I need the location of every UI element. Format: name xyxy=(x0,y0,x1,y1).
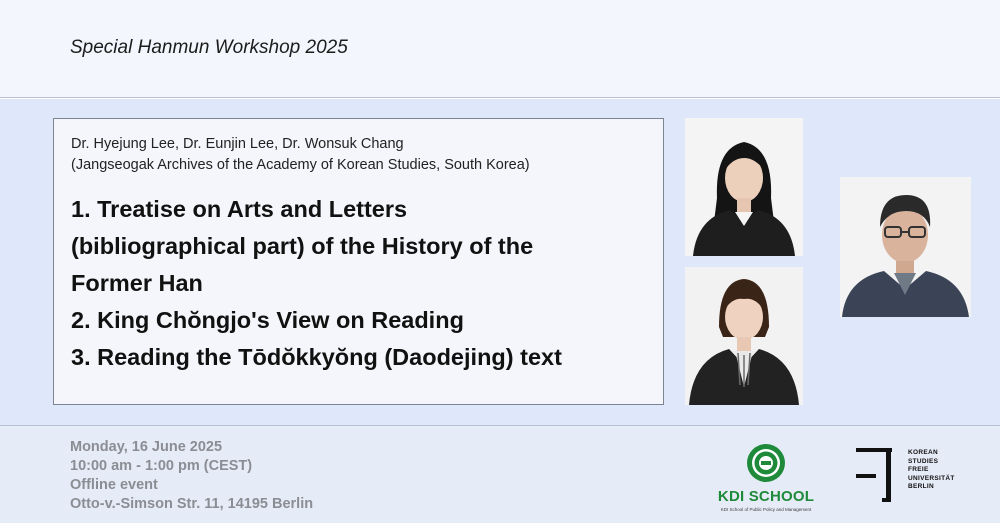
footer-band: Monday, 16 June 2025 10:00 am - 1:00 pm … xyxy=(0,425,1000,523)
speaker-photo-3 xyxy=(840,177,971,317)
workshop-title: Special Hanmun Workshop 2025 xyxy=(70,37,348,58)
kdi-emblem-icon xyxy=(747,444,785,482)
fu-line: UNIVERSITÄT xyxy=(908,474,955,482)
kdi-school-subtitle: KDI School of Public Policy and Manageme… xyxy=(720,507,812,512)
topic-line: 2. King Chŏngjo's View on Reading xyxy=(71,307,464,333)
woman-portrait-icon xyxy=(689,279,799,405)
speaker-photo-1 xyxy=(685,118,803,256)
speaker-info: Dr. Hyejung Lee, Dr. Eunjin Lee, Dr. Won… xyxy=(71,134,530,176)
event-details: Monday, 16 June 2025 10:00 am - 1:00 pm … xyxy=(70,438,313,514)
fu-berlin-text: KOREAN STUDIES FREIE UNIVERSITÄT BERLIN xyxy=(908,449,955,492)
man-portrait-icon xyxy=(842,195,969,317)
event-location: Otto-v.-Simson Str. 11, 14195 Berlin xyxy=(70,496,314,512)
topic-line: (bibliographical part) of the History of… xyxy=(71,233,534,259)
fu-line: KOREAN xyxy=(908,449,938,456)
event-format: Offline event xyxy=(70,477,158,493)
lecture-info-box: Dr. Hyejung Lee, Dr. Eunjin Lee, Dr. Won… xyxy=(53,118,664,405)
fu-line: BERLIN xyxy=(908,483,934,490)
fu-berlin-logo: KOREAN STUDIES FREIE UNIVERSITÄT BERLIN xyxy=(856,446,966,506)
kdi-school-name: KDI SCHOOL xyxy=(717,488,815,505)
speaker-photo-2 xyxy=(685,267,803,405)
topic-line: Former Han xyxy=(71,270,203,296)
speaker-affiliation: (Jangseogak Archives of the Academy of K… xyxy=(71,157,530,173)
topic-list: 1. Treatise on Arts and Letters (bibliog… xyxy=(71,191,562,376)
event-date: Monday, 16 June 2025 xyxy=(70,439,223,455)
header-band: Special Hanmun Workshop 2025 xyxy=(0,0,1000,98)
speaker-names: Dr. Hyejung Lee, Dr. Eunjin Lee, Dr. Won… xyxy=(71,136,404,152)
topic-line: 3. Reading the Tōdŏkkyŏng (Daodejing) te… xyxy=(71,344,562,370)
kdi-school-logo: KDI SCHOOL KDI School of Public Policy a… xyxy=(716,443,816,515)
woman-portrait-icon xyxy=(693,142,795,256)
fu-line: STUDIES xyxy=(908,457,939,465)
event-time: 10:00 am - 1:00 pm (CEST) xyxy=(70,458,253,474)
fu-berlin-mark-icon xyxy=(856,448,892,502)
topic-line: 1. Treatise on Arts and Letters xyxy=(71,196,408,222)
fu-line: FREIE xyxy=(908,466,929,473)
